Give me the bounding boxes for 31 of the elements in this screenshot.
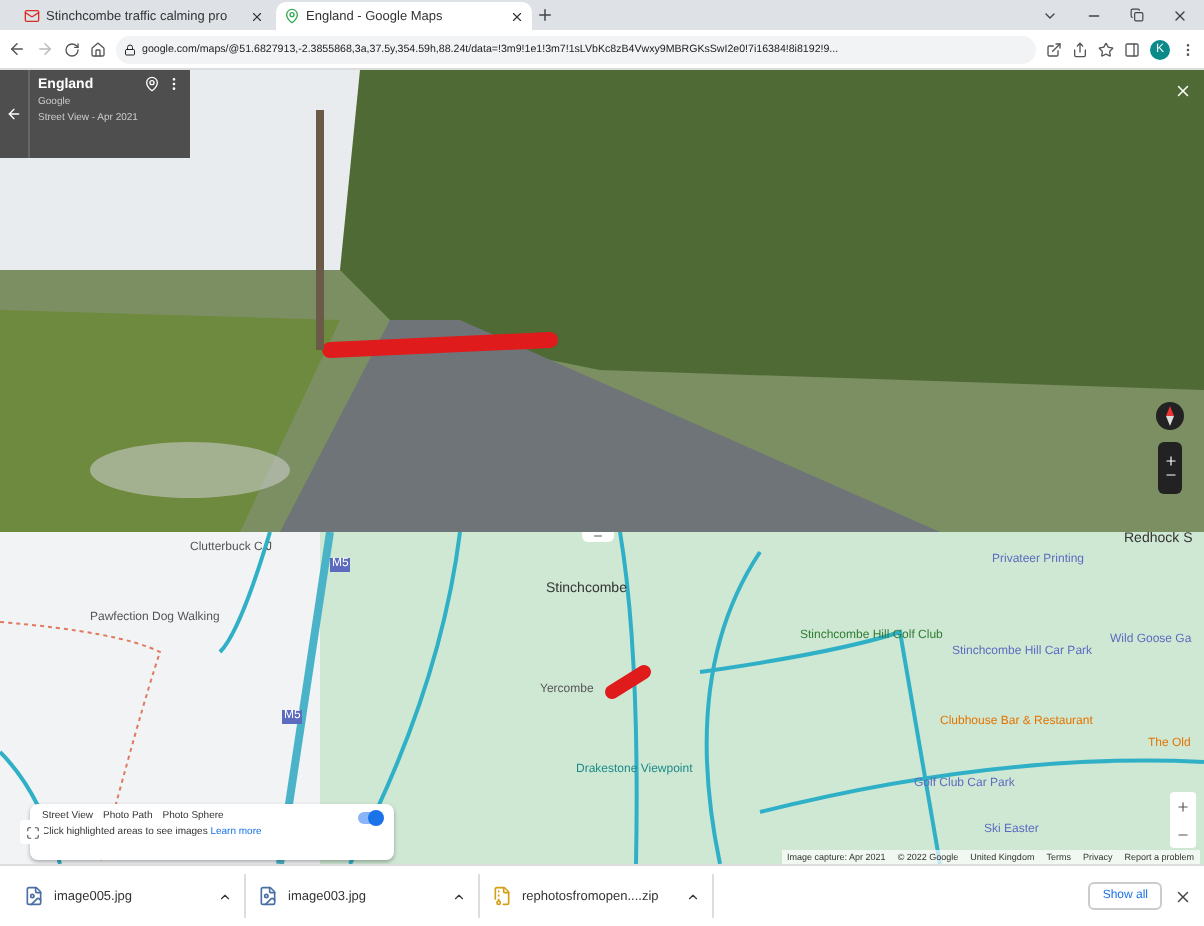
new-tab-icon[interactable] [536, 6, 554, 24]
close-icon[interactable] [1172, 7, 1188, 23]
zoom-out-icon[interactable] [1163, 468, 1177, 482]
close-icon[interactable] [250, 9, 264, 23]
zoom-in-icon[interactable] [1163, 454, 1177, 468]
image-file-icon [24, 886, 44, 906]
pin-icon[interactable] [144, 76, 160, 92]
back-icon[interactable] [6, 106, 22, 122]
map-pin-icon [284, 8, 300, 24]
share-icon[interactable] [1072, 41, 1088, 57]
resize-handle[interactable] [582, 532, 614, 542]
home-icon[interactable] [90, 41, 106, 57]
back-icon[interactable] [8, 40, 26, 58]
reload-icon[interactable] [64, 41, 80, 57]
zoom-control[interactable] [1158, 442, 1182, 494]
open-in-app-icon[interactable] [1046, 41, 1062, 57]
bookmark-star-icon[interactable] [1098, 41, 1114, 57]
caret-icon[interactable] [452, 889, 466, 903]
restore-icon[interactable] [1130, 8, 1144, 22]
caret-icon[interactable] [218, 889, 232, 903]
layer-toggle[interactable] [358, 812, 382, 824]
image-file-icon [258, 886, 278, 906]
zip-file-icon [492, 886, 512, 906]
lock-icon [124, 43, 136, 55]
close-icon[interactable] [510, 9, 524, 23]
mail-icon [24, 8, 40, 24]
caret-icon[interactable] [686, 889, 700, 903]
side-panel-icon[interactable] [1124, 41, 1140, 57]
compass-icon[interactable] [1156, 402, 1184, 430]
fullscreen-icon[interactable] [25, 825, 39, 839]
close-icon[interactable] [1174, 887, 1192, 905]
